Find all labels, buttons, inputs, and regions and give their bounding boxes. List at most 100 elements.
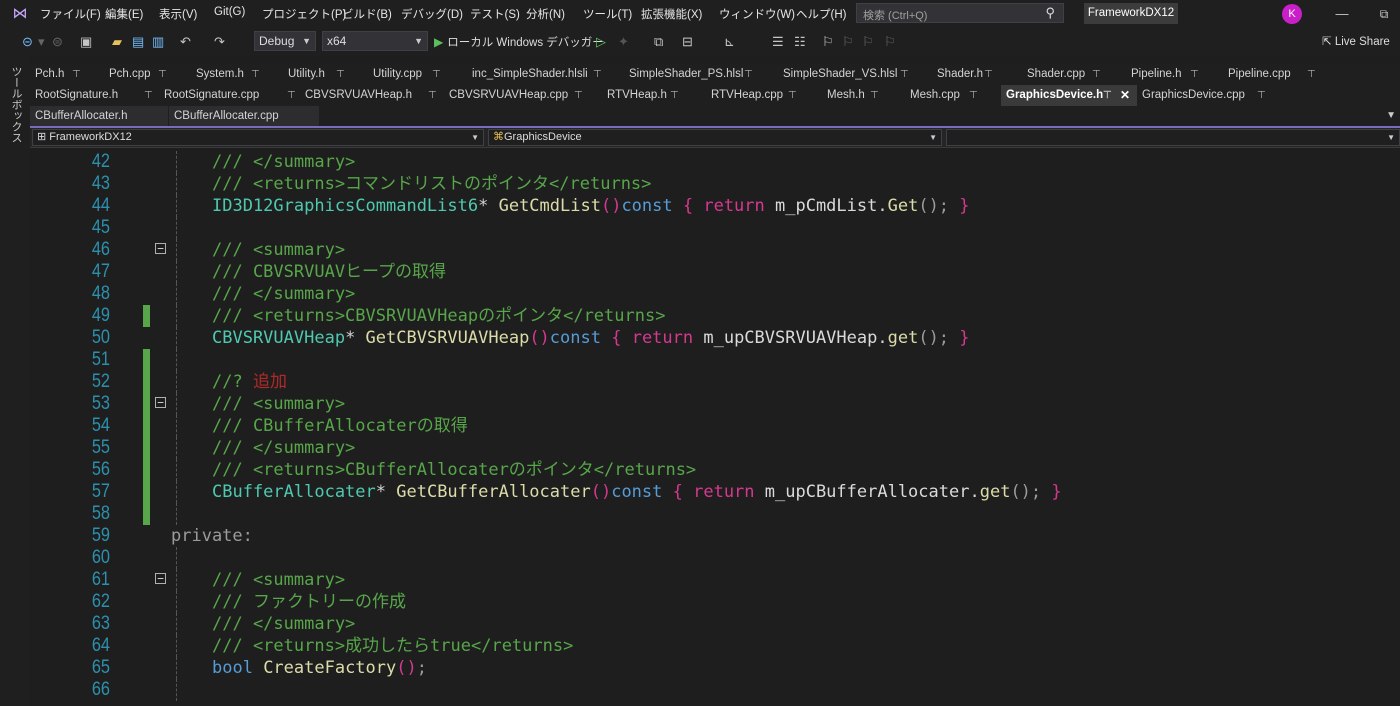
collapse-icon[interactable]: − <box>155 243 166 254</box>
bookmark-next-icon[interactable]: ⚐ <box>862 33 874 51</box>
tab-pch-h[interactable]: Pch.h ⊤ <box>30 64 102 85</box>
pin-icon[interactable]: ⊤ <box>1307 64 1316 85</box>
scope-dropdown[interactable]: ⌘GraphicsDevice ▼ <box>488 129 942 146</box>
live-share-button[interactable]: ⇱ Live Share <box>1322 33 1390 51</box>
tab-mesh-h[interactable]: Mesh.h ⊤ <box>822 85 902 106</box>
save-icon[interactable]: ▤ <box>132 33 144 51</box>
tab-cbufferallocater-h[interactable]: CBufferAllocater.h <box>30 106 168 127</box>
pin-icon[interactable]: ⊤ <box>1092 64 1101 85</box>
tab-rtvheap-cpp[interactable]: RTVHeap.cpp ⊤ <box>706 85 818 106</box>
menu-file[interactable]: ファイル(F) <box>40 6 101 22</box>
tab-inc-simpleshader[interactable]: inc_SimpleShader.hlsli ⊤ <box>467 64 627 85</box>
pin-icon[interactable]: ⊤ <box>432 64 441 85</box>
menu-test[interactable]: テスト(S) <box>470 6 520 22</box>
pin-icon[interactable]: ⊤ <box>1190 64 1199 85</box>
pin-icon[interactable]: ⊤ <box>158 64 167 85</box>
menu-tools[interactable]: ツール(T) <box>583 6 632 22</box>
pin-icon[interactable]: ⊤ <box>788 85 797 106</box>
menu-extensions[interactable]: 拡張機能(X) <box>641 6 702 22</box>
platform-select[interactable]: x64 ▼ <box>322 31 428 51</box>
pin-icon[interactable]: ⊤ <box>670 85 679 106</box>
bookmark-prev-icon[interactable]: ⚐ <box>842 33 854 51</box>
bookmark-icon[interactable]: ⚐ <box>822 33 834 51</box>
tab-cbufferallocater-cpp[interactable]: CBufferAllocater.cpp <box>169 106 319 127</box>
tab-system-h[interactable]: System.h ⊤ <box>191 64 281 85</box>
tab-graphicsdevice-cpp[interactable]: GraphicsDevice.cpp ⊤ <box>1137 85 1287 106</box>
tab-graphicsdevice-h[interactable]: GraphicsDevice.h ⊤ ✕ <box>1001 85 1137 106</box>
navigate-forward-icon[interactable]: ⊜ <box>52 33 63 51</box>
menu-debug[interactable]: デバッグ(D) <box>401 6 463 22</box>
pin-icon[interactable]: ⊤ <box>1103 85 1112 106</box>
pin-icon[interactable]: ⊤ <box>984 64 993 85</box>
toolbar-icon-a[interactable]: ⧉ <box>654 33 663 51</box>
save-all-icon[interactable]: ▥ <box>152 33 164 51</box>
search-icon[interactable]: ⚲ <box>1045 5 1055 21</box>
pin-icon[interactable]: ⊤ <box>428 85 437 106</box>
pin-icon[interactable]: ⊤ <box>287 85 296 106</box>
configuration-select[interactable]: Debug ▼ <box>254 31 316 51</box>
tab-pch-cpp[interactable]: Pch.cpp ⊤ <box>104 64 190 85</box>
tab-pipeline-h[interactable]: Pipeline.h ⊤ <box>1126 64 1222 85</box>
pin-icon[interactable]: ⊤ <box>574 85 583 106</box>
pin-icon[interactable]: ⊤ <box>336 64 345 85</box>
open-folder-icon[interactable]: ▰ <box>112 33 122 51</box>
solution-name-badge[interactable]: FrameworkDX12 <box>1084 3 1178 24</box>
new-project-icon[interactable]: ▣ <box>80 33 92 51</box>
menu-project[interactable]: プロジェクト(P) <box>262 6 346 22</box>
menu-view[interactable]: 表示(V) <box>159 6 197 22</box>
menu-git[interactable]: Git(G) <box>214 6 245 18</box>
hot-reload-icon[interactable]: ✦ <box>618 33 629 51</box>
avatar[interactable]: K <box>1282 4 1302 24</box>
tab-mesh-cpp[interactable]: Mesh.cpp ⊤ <box>905 85 1001 106</box>
maximize-button[interactable]: ⧉ <box>1376 4 1392 24</box>
menu-build[interactable]: ビルド(B) <box>342 6 392 22</box>
comment-out-icon[interactable]: ☰ <box>772 33 784 51</box>
bookmark-clear-icon[interactable]: ⚐ <box>884 33 896 51</box>
menu-window[interactable]: ウィンドウ(W) <box>719 6 795 22</box>
pin-icon[interactable]: ⊤ <box>251 64 260 85</box>
tab-shader-h[interactable]: Shader.h ⊤ <box>932 64 1020 85</box>
tab-shader-cpp[interactable]: Shader.cpp ⊤ <box>1022 64 1124 85</box>
dropdown-chevron-icon[interactable]: ▾ <box>38 33 45 51</box>
pin-icon[interactable]: ⊤ <box>593 64 602 85</box>
navigate-back-icon[interactable]: ⊝ <box>22 33 33 51</box>
minimize-button[interactable]: — <box>1334 4 1350 24</box>
tab-rootsignature-h[interactable]: RootSignature.h ⊤ <box>30 85 156 106</box>
tab-utility-h[interactable]: Utility.h ⊤ <box>283 64 365 85</box>
menu-help[interactable]: ヘルプ(H) <box>796 6 846 22</box>
pin-icon[interactable]: ⊤ <box>72 64 81 85</box>
menu-analyze[interactable]: 分析(N) <box>526 6 565 22</box>
tab-utility-cpp[interactable]: Utility.cpp ⊤ <box>368 64 466 85</box>
start-without-debugging-icon[interactable]: ▷ <box>596 33 606 51</box>
pin-icon[interactable]: ⊤ <box>144 85 153 106</box>
close-icon[interactable]: ✕ <box>1120 85 1130 106</box>
tab-rtvheap-h[interactable]: RTVHeap.h ⊤ <box>602 85 702 106</box>
search-input[interactable]: 検索 (Ctrl+Q) ⚲ <box>856 3 1064 23</box>
tab-pipeline-cpp[interactable]: Pipeline.cpp ⊤ <box>1223 64 1331 85</box>
tab-overflow-chevron-icon[interactable]: ▼ <box>1386 110 1396 121</box>
collapse-icon[interactable]: − <box>155 397 166 408</box>
redo-icon[interactable]: ↷ <box>214 33 225 51</box>
tab-rootsignature-cpp[interactable]: RootSignature.cpp ⊤ <box>159 85 299 106</box>
start-debugging-button[interactable]: ▶ ローカル Windows デバッガー <box>434 33 604 51</box>
collapse-icon[interactable]: − <box>155 573 166 584</box>
toolbar-icon-b[interactable]: ⊟ <box>682 33 693 51</box>
tab-cbvsrvuavheap-cpp[interactable]: CBVSRVUAVHeap.cpp ⊤ <box>444 85 600 106</box>
uncomment-icon[interactable]: ☷ <box>794 33 806 51</box>
toolbox-tab[interactable]: ツールボックス <box>8 66 24 143</box>
code-editor[interactable]: 42 /// </summary> 43 /// <returns>コマンドリス… <box>30 148 1400 706</box>
toolbar-icon-c[interactable]: ⊾ <box>724 33 735 51</box>
pin-icon[interactable]: ⊤ <box>870 85 879 106</box>
pin-icon[interactable]: ⊤ <box>744 64 753 85</box>
tab-simpleshader-ps[interactable]: SimpleShader_PS.hlsl ⊤ <box>624 64 776 85</box>
pin-icon[interactable]: ⊤ <box>1257 85 1266 106</box>
undo-icon[interactable]: ↶ <box>180 33 191 51</box>
visual-studio-logo-icon[interactable]: ⋈ <box>10 5 30 23</box>
member-dropdown[interactable]: ▼ <box>946 129 1400 146</box>
pin-icon[interactable]: ⊤ <box>969 85 978 106</box>
menu-edit[interactable]: 編集(E) <box>105 6 143 22</box>
tab-cbvsrvuavheap-h[interactable]: CBVSRVUAVHeap.h ⊤ <box>300 85 440 106</box>
project-dropdown[interactable]: ⊞ FrameworkDX12 ▼ <box>32 129 484 146</box>
pin-icon[interactable]: ⊤ <box>900 64 909 85</box>
tab-simpleshader-vs[interactable]: SimpleShader_VS.hlsl ⊤ <box>778 64 930 85</box>
